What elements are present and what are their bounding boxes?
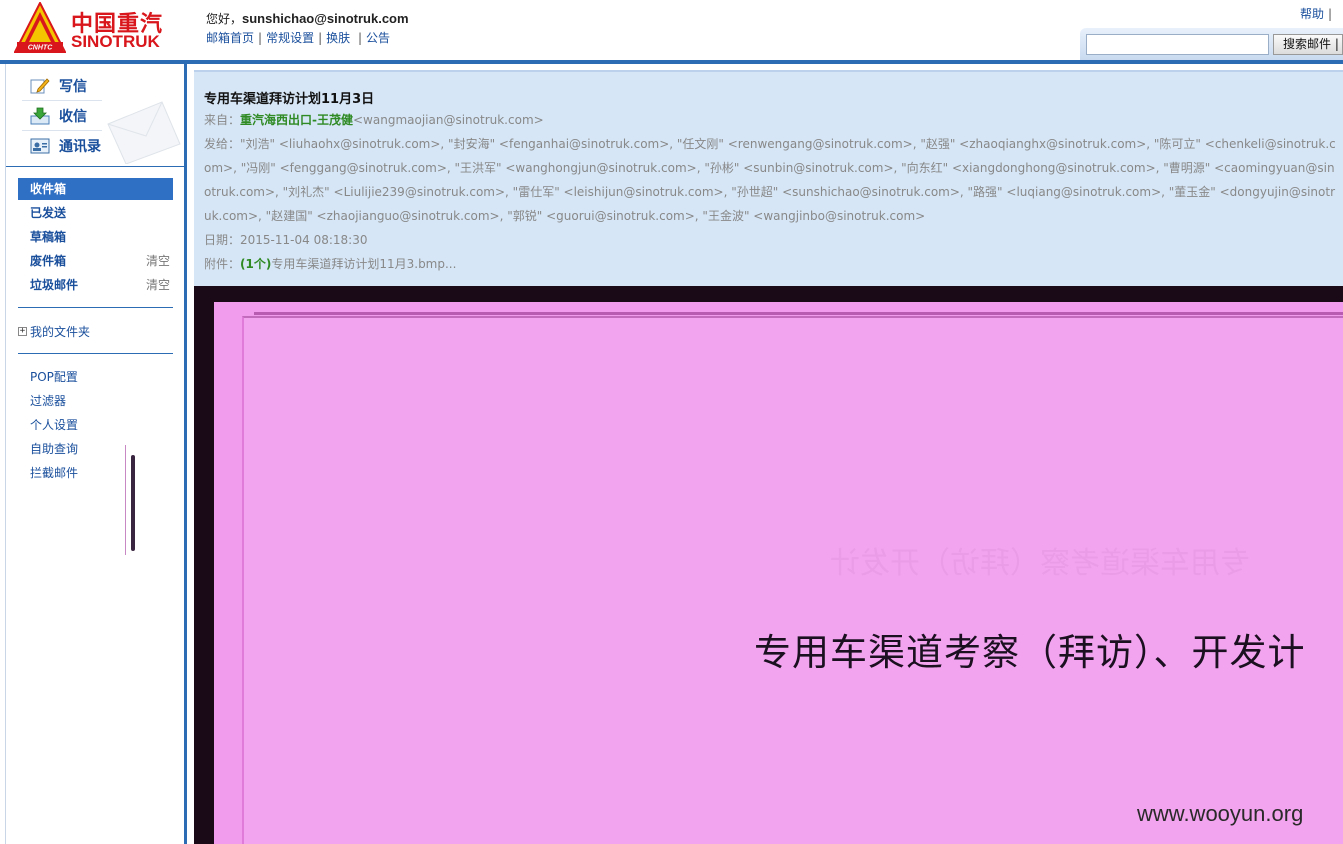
folder-inbox-label: 收件箱 — [30, 182, 67, 196]
compose-label: 写信 — [59, 79, 87, 95]
folder-drafts[interactable]: 草稿箱 — [18, 226, 173, 248]
search-input[interactable] — [1086, 34, 1269, 55]
sinotruk-triangle-emblem: CNHTC — [14, 2, 66, 53]
compose-button[interactable]: 写信 — [30, 75, 110, 97]
to-label: 发给： — [204, 137, 241, 151]
compose-icon — [30, 78, 50, 94]
contacts-icon — [30, 138, 50, 154]
sidebar-divider — [18, 307, 173, 308]
brand-name-en: SINOTRUK — [71, 32, 160, 51]
user-email: sunshichao@sinotruk.com — [242, 11, 409, 26]
quick-divider — [22, 100, 102, 101]
attachment-link[interactable]: 专用车渠道拜访计划11月3.bmp... — [271, 257, 456, 271]
document-title: 专用车渠道考察（拜访）、开发计 — [754, 631, 1306, 674]
greeting-prefix: 您好， — [206, 12, 243, 26]
search-bar: 搜索邮件 | — [1080, 28, 1343, 60]
link-change-skin[interactable]: 换肤 — [326, 31, 350, 45]
folder-inbox[interactable]: 收件箱 — [18, 178, 173, 200]
watermark: www.wooyun.org — [1137, 801, 1304, 826]
recipient-list: "刘浩" <liuhaohx@sinotruk.com>, "封安海" <fen… — [204, 137, 1336, 223]
mail-header-panel: 专用车渠道拜访计划11月3日 来自：重汽海西出口-王茂健<wangmaojian… — [194, 70, 1343, 286]
attachment-label: 附件： — [204, 257, 241, 271]
link-general-settings[interactable]: 常规设置 — [266, 31, 314, 45]
folder-trash[interactable]: 废件箱 清空 — [18, 250, 173, 272]
link-help[interactable]: 帮助 — [1300, 7, 1324, 21]
sidebar: 写信 收信 通讯录 收件箱 已发送 草稿箱 废件箱 清空 垃圾邮件 清空 + 我… — [0, 64, 186, 844]
cnhtc-badge-text: CNHTC — [28, 45, 53, 52]
sinotruk-logo[interactable]: CNHTC 中国重汽 SINOTRUK — [14, 2, 174, 56]
contacts-label: 通讯录 — [59, 139, 101, 155]
receive-mail-label: 收信 — [59, 109, 87, 125]
from-label: 来自： — [204, 113, 241, 127]
receive-mail-button[interactable]: 收信 — [30, 105, 110, 127]
tool-filters[interactable]: 过滤器 — [30, 392, 66, 409]
header-divider — [0, 60, 1343, 64]
mail-date-row: 日期：2015-11-04 08:18:30 — [204, 228, 367, 252]
link-announcement[interactable]: 公告 — [366, 31, 390, 45]
my-folders-label: 我的文件夹 — [30, 325, 91, 339]
folder-spam-label: 垃圾邮件 — [30, 278, 79, 292]
contacts-button[interactable]: 通讯录 — [30, 135, 110, 157]
envelope-decoration-icon — [107, 101, 181, 164]
folder-sent[interactable]: 已发送 — [18, 202, 173, 224]
sidebar-left-border — [5, 64, 6, 844]
tool-block-mail[interactable]: 拦截邮件 — [30, 464, 78, 481]
mail-attachment-row: 附件：(1个)专用车渠道拜访计划11月3.bmp... — [204, 252, 456, 276]
tool-self-service-query[interactable]: 自助查询 — [30, 440, 78, 457]
date-label: 日期： — [204, 233, 241, 247]
inbox-download-icon — [30, 107, 50, 125]
search-mail-button-label: 搜索邮件 — [1283, 37, 1332, 51]
folder-trash-label: 废件箱 — [30, 254, 67, 268]
my-folders-toggle[interactable]: + 我的文件夹 — [18, 323, 90, 340]
sidebar-right-border — [184, 64, 187, 844]
folder-drafts-label: 草稿箱 — [30, 230, 67, 244]
search-mail-button[interactable]: 搜索邮件 | — [1273, 34, 1343, 55]
document-bleedthrough-text: 专用车渠道考察（拜访）开发计 — [830, 546, 1250, 581]
quick-divider — [22, 130, 102, 131]
sidebar-divider — [6, 166, 184, 167]
folder-spam[interactable]: 垃圾邮件 清空 — [18, 274, 173, 296]
paper-top-edge — [254, 312, 1343, 315]
greeting: 您好，sunshichao@sinotruk.com — [206, 10, 409, 27]
sender-name[interactable]: 重汽海西出口-王茂健 — [240, 113, 353, 127]
sidebar-divider — [18, 353, 173, 354]
mail-date: 2015-11-04 08:18:30 — [240, 233, 368, 247]
staple-mark — [131, 455, 135, 551]
tool-pop-config[interactable]: POP配置 — [30, 368, 78, 385]
mail-subject: 专用车渠道拜访计划11月3日 — [204, 92, 375, 107]
help-links: 帮助 | — [1300, 7, 1333, 21]
attachment-count: (1个) — [240, 257, 272, 271]
empty-trash-link[interactable]: 清空 — [146, 250, 170, 272]
top-header: CNHTC 中国重汽 SINOTRUK 您好，sunshichao@sinotr… — [0, 0, 1343, 62]
empty-spam-link[interactable]: 清空 — [146, 274, 170, 296]
link-mail-home[interactable]: 邮箱首页 — [206, 31, 254, 45]
folder-sent-label: 已发送 — [30, 206, 67, 220]
mail-to-row: 发给："刘浩" <liuhaohx@sinotruk.com>, "封安海" <… — [204, 132, 1337, 228]
sender-email: <wangmaojian@sinotruk.com> — [353, 113, 544, 127]
mail-from-row: 来自：重汽海西出口-王茂健<wangmaojian@sinotruk.com> — [204, 108, 544, 132]
expand-plus-icon[interactable]: + — [18, 327, 27, 336]
tool-personal-settings[interactable]: 个人设置 — [30, 416, 78, 433]
top-nav-links: 邮箱首页 | 常规设置 | 换肤 | 公告 — [206, 31, 391, 45]
